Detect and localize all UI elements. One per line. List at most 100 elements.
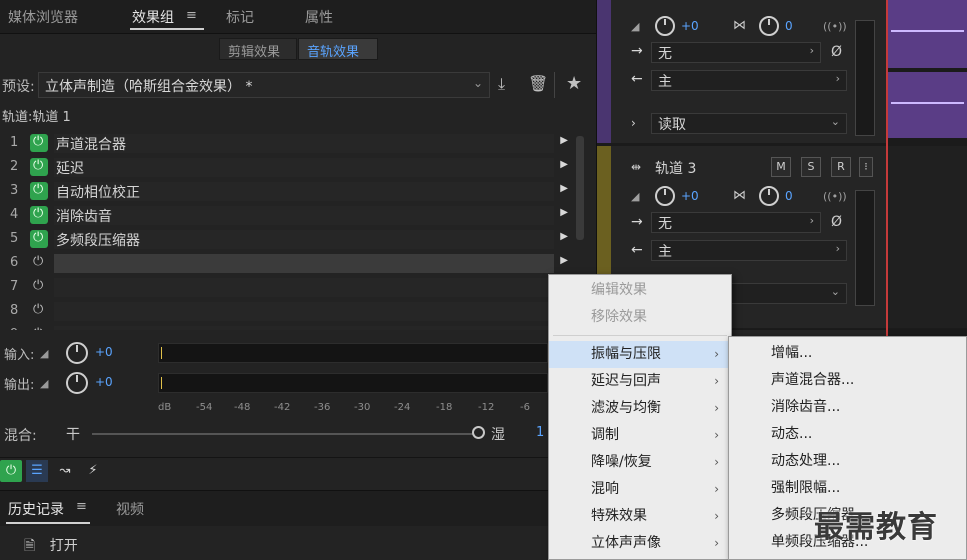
pan-value[interactable]: +0 xyxy=(681,19,699,33)
automation-mode-select[interactable]: 读取 ⌄ xyxy=(651,113,847,134)
rack-scrollbar[interactable] xyxy=(576,136,584,240)
effect-slot[interactable]: 9 ⏻ xyxy=(4,324,572,330)
phase-invert-icon[interactable]: Ø xyxy=(831,44,842,60)
menu-item-deesser[interactable]: 消除齿音... xyxy=(729,394,966,421)
power-icon[interactable]: ⏻ xyxy=(30,302,48,320)
pan-knob[interactable] xyxy=(655,186,675,206)
power-icon[interactable]: ⏻ xyxy=(30,134,48,152)
effect-slot-selected[interactable]: 6 ⏻ ▶ xyxy=(4,252,572,274)
track-name[interactable]: 轨道 3 xyxy=(655,158,696,178)
play-arrow-icon[interactable]: ▶ xyxy=(560,183,568,194)
input-select[interactable]: 无 › xyxy=(651,42,821,63)
power-icon[interactable]: ⏻ xyxy=(30,254,48,272)
slot-effect-name[interactable]: 延迟 xyxy=(54,158,554,177)
volume-value[interactable]: 0 xyxy=(785,19,793,33)
effect-slot[interactable]: 2 ⏻ 延迟 ▶ xyxy=(4,156,572,178)
track-fader[interactable] xyxy=(855,20,875,136)
menu-item-noise-reduction[interactable]: 降噪/恢复 › xyxy=(549,449,731,476)
effect-slot[interactable]: 5 ⏻ 多频段压缩器 ▶ xyxy=(4,228,572,250)
audio-clip[interactable] xyxy=(887,0,967,68)
mix-slider-track[interactable] xyxy=(92,433,474,435)
stereo-icon[interactable]: ((•)) xyxy=(823,190,847,203)
record-button[interactable]: R xyxy=(831,157,851,177)
mute-button[interactable]: M xyxy=(771,157,791,177)
list-icon[interactable]: ☰ xyxy=(26,460,48,482)
input-select[interactable]: 无 › xyxy=(651,212,821,233)
empty-lane[interactable] xyxy=(887,146,967,328)
menu-item-channel-mixer[interactable]: 声道混合器... xyxy=(729,367,966,394)
track-fader[interactable] xyxy=(855,190,875,306)
stereo-icon[interactable]: ((•)) xyxy=(823,20,847,33)
effect-slot[interactable]: 7 ⏻ xyxy=(4,276,572,298)
menu-item-modulation[interactable]: 调制 › xyxy=(549,422,731,449)
panel-menu-icon[interactable]: ≡ xyxy=(186,8,197,23)
volume-value[interactable]: 0 xyxy=(785,189,793,203)
track-effects-toggle[interactable]: 音轨效果 xyxy=(298,38,378,60)
more-icon[interactable]: ⁝ xyxy=(859,157,873,177)
mix-slider-handle[interactable] xyxy=(472,426,485,439)
phase-invert-icon[interactable]: Ø xyxy=(831,214,842,230)
solo-button[interactable]: S xyxy=(801,157,821,177)
slot-effect-name[interactable] xyxy=(54,254,554,273)
play-arrow-icon[interactable]: ▶ xyxy=(560,231,568,242)
menu-item-reverb[interactable]: 混响 › xyxy=(549,476,731,503)
slot-effect-name[interactable]: 消除齿音 xyxy=(54,206,554,225)
play-arrow-icon[interactable]: ▶ xyxy=(560,135,568,146)
chevron-right-icon[interactable]: › xyxy=(631,116,636,130)
power-icon[interactable]: ⏻ xyxy=(30,158,48,176)
play-arrow-icon[interactable]: ▶ xyxy=(560,207,568,218)
slot-effect-name[interactable] xyxy=(54,326,554,330)
menu-item-dynamics-processing[interactable]: 动态处理... xyxy=(729,448,966,475)
tab-history[interactable]: 历史记录 xyxy=(8,499,64,519)
mix-value[interactable]: 1 xyxy=(536,425,544,440)
pan-value[interactable]: +0 xyxy=(681,189,699,203)
output-gain-knob[interactable] xyxy=(66,372,88,394)
slot-effect-name[interactable]: 自动相位校正 xyxy=(54,182,554,201)
effect-slot[interactable]: 3 ⏻ 自动相位校正 ▶ xyxy=(4,180,572,202)
menu-item-dynamics[interactable]: 动态... xyxy=(729,421,966,448)
history-item[interactable]: 🗎 打开 xyxy=(24,535,78,559)
lightning-icon[interactable]: ⚡ xyxy=(82,460,104,482)
menu-item-filter-eq[interactable]: 滤波与均衡 › xyxy=(549,395,731,422)
output-select[interactable]: 主 › xyxy=(651,70,847,91)
power-icon[interactable]: ⏻ xyxy=(0,460,22,482)
tab-properties[interactable]: 属性 xyxy=(305,7,333,27)
tab-markers[interactable]: 标记 xyxy=(226,7,254,27)
power-icon[interactable]: ⏻ xyxy=(30,326,48,330)
clip-effects-toggle[interactable]: 剪辑效果 xyxy=(219,38,297,60)
power-icon[interactable]: ⏻ xyxy=(30,278,48,296)
input-gain-value[interactable]: +0 xyxy=(95,345,113,359)
slot-effect-name[interactable]: 声道混合器 xyxy=(54,134,554,153)
history-menu-icon[interactable]: ≡ xyxy=(76,499,87,514)
menu-item-delay-echo[interactable]: 延迟与回声 › xyxy=(549,368,731,395)
play-arrow-icon[interactable]: ▶ xyxy=(560,255,568,266)
routing-icon[interactable]: ↝ xyxy=(54,460,76,482)
menu-item-hard-limiter[interactable]: 强制限幅... xyxy=(729,475,966,502)
save-preset-icon[interactable]: ⤓ xyxy=(498,74,505,94)
play-arrow-icon[interactable]: ▶ xyxy=(560,159,568,170)
tab-video[interactable]: 视频 xyxy=(116,499,144,519)
trash-icon[interactable]: 🗑 xyxy=(528,74,548,93)
pan-knob[interactable] xyxy=(655,16,675,36)
output-select[interactable]: 主 › xyxy=(651,240,847,261)
volume-knob[interactable] xyxy=(759,186,779,206)
preset-dropdown[interactable]: 立体声制造（哈斯组合金效果） * ⌄ xyxy=(38,72,490,98)
effect-slot[interactable]: 1 ⏻ 声道混合器 ▶ xyxy=(4,132,572,154)
menu-item-amplitude-compression[interactable]: 振幅与压限 › xyxy=(549,341,731,368)
power-icon[interactable]: ⏻ xyxy=(30,230,48,248)
effect-slot[interactable]: 4 ⏻ 消除齿音 ▶ xyxy=(4,204,572,226)
menu-item-special[interactable]: 特殊效果 › xyxy=(549,503,731,530)
effect-slot[interactable]: 8 ⏻ xyxy=(4,300,572,322)
star-icon[interactable]: ★ xyxy=(566,73,582,94)
input-gain-knob[interactable] xyxy=(66,342,88,364)
audio-clip[interactable] xyxy=(887,72,967,138)
menu-item-stereo-imagery[interactable]: 立体声声像 › xyxy=(549,530,731,557)
tab-media-browser[interactable]: 媒体浏览器 xyxy=(8,7,78,27)
power-icon[interactable]: ⏻ xyxy=(30,182,48,200)
menu-item-amplify[interactable]: 增幅... xyxy=(729,340,966,367)
slot-effect-name[interactable]: 多频段压缩器 xyxy=(54,230,554,249)
slot-effect-name[interactable] xyxy=(54,278,554,297)
playhead[interactable] xyxy=(886,0,888,340)
power-icon[interactable]: ⏻ xyxy=(30,206,48,224)
tab-effects-rack[interactable]: 效果组 xyxy=(132,7,174,27)
